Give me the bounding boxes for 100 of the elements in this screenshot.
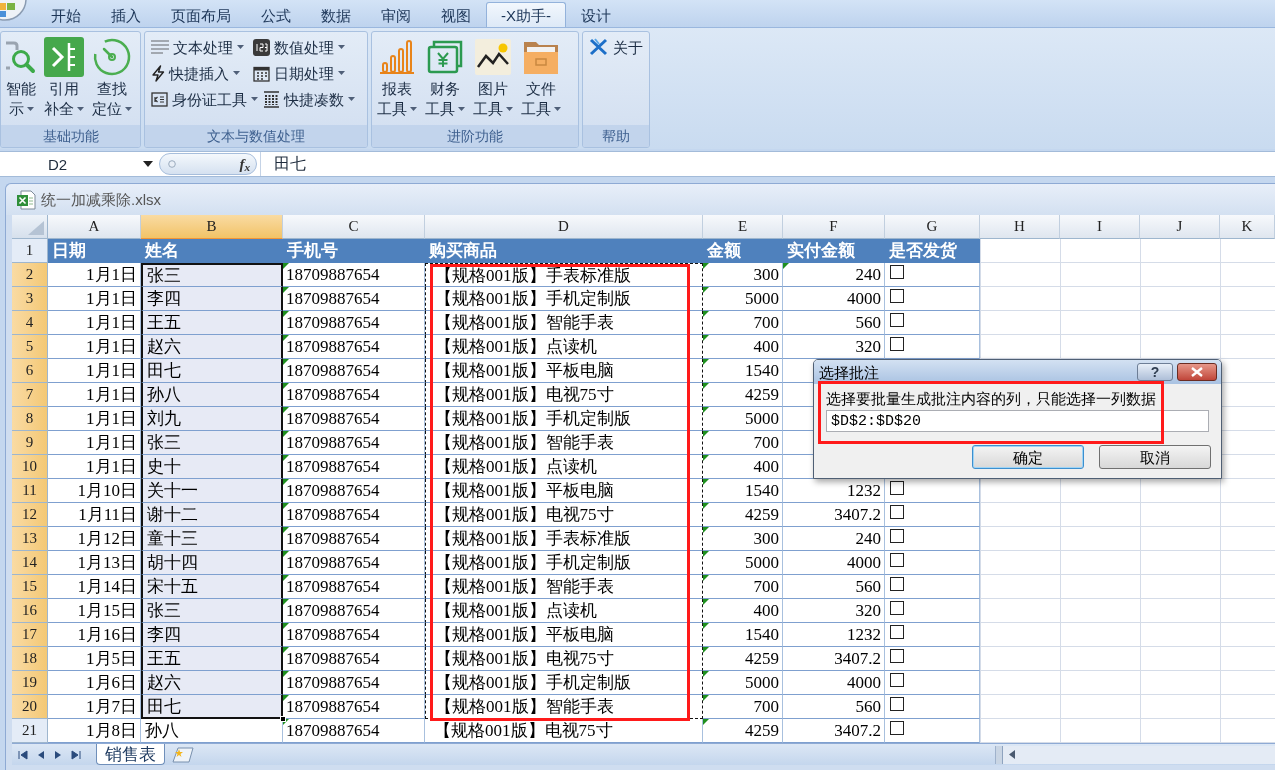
phone-number: 18709887654 [286,386,380,403]
customer-name: 关十一 [147,482,198,499]
customer-name: 张三 [147,602,181,619]
date-text: 1月1日 [86,290,137,307]
product-name: 【规格001版】平板电脑 [435,626,614,643]
customer-name: 童十三 [147,530,198,547]
phone-number: 18709887654 [286,602,380,619]
column-title: 购买商品 [429,242,497,259]
phone-number: 18709887654 [286,626,380,643]
date-text: 1月1日 [86,386,137,403]
paid-amount: 240 [855,266,881,283]
amount-value: 5000 [745,290,779,307]
column-title: 日期 [52,242,86,259]
date-text: 1月1日 [86,338,137,355]
paid-amount: 240 [855,530,881,547]
phone-number: 18709887654 [286,506,380,523]
date-text: 1月11日 [78,506,137,523]
group-label: 文本与数值处理 [145,125,367,147]
phone-number: 18709887654 [286,722,380,739]
phone-number: 18709887654 [286,578,380,595]
product-name: 【规格001版】智能手表 [435,698,614,715]
amount-value: 5000 [745,554,779,571]
customer-name: 孙八 [147,386,181,403]
group-label: 进阶功能 [372,125,578,147]
product-name: 【规格001版】电视75寸 [435,506,614,523]
phone-number: 18709887654 [286,338,380,355]
date-text: 1月6日 [86,674,137,691]
customer-name: 李四 [147,290,181,307]
product-name: 【规格001版】点读机 [435,338,597,355]
paid-amount: 1232 [847,482,881,499]
date-text: 1月14日 [77,578,137,595]
amount-value: 4259 [745,650,779,667]
group-label: 基础功能 [1,125,140,147]
customer-name: 田七 [147,362,181,379]
customer-name: 王五 [147,650,181,667]
product-name: 【规格001版】点读机 [435,458,597,475]
product-name: 【规格001版】平板电脑 [435,482,614,499]
paid-amount: 4000 [847,554,881,571]
amount-value: 4259 [745,722,779,739]
paid-amount: 3407.2 [834,650,881,667]
amount-value: 1540 [745,482,779,499]
date-text: 1月1日 [86,410,137,427]
phone-number: 18709887654 [286,698,380,715]
amount-value: 700 [753,698,779,715]
dialog-message: 选择要批量生成批注内容的列，只能选择一列数据 [826,390,1157,408]
phone-number: 18709887654 [286,314,380,331]
amount-value: 400 [753,602,779,619]
paid-amount: 4000 [847,674,881,691]
column-title: 金额 [707,242,741,259]
product-name: 【规格001版】点读机 [435,602,597,619]
date-text: 1月10日 [77,482,137,499]
customer-name: 谢十二 [147,506,198,523]
workbook-title: 统一加减乘除.xlsx [41,192,161,207]
customer-name: 刘九 [147,410,181,427]
phone-number: 18709887654 [286,530,380,547]
customer-name: 李四 [147,626,181,643]
product-name: 【规格001版】手表标准版 [435,530,631,547]
date-text: 1月15日 [77,602,137,619]
date-text: 1月12日 [77,530,137,547]
product-name: 【规格001版】电视75寸 [434,722,613,739]
column-title: 实付金额 [787,242,855,259]
date-text: 1月8日 [86,722,137,739]
customer-name: 赵六 [147,338,181,355]
phone-number: 18709887654 [286,266,380,283]
amount-value: 700 [753,434,779,451]
amount-value: 4259 [745,386,779,403]
paid-amount: 1232 [847,626,881,643]
paid-amount: 320 [855,602,881,619]
customer-name: 王五 [147,314,181,331]
customer-name: 史十 [147,458,181,475]
phone-number: 18709887654 [286,650,380,667]
customer-name: 胡十四 [147,554,198,571]
date-text: 1月1日 [86,434,137,451]
product-name: 【规格001版】手机定制版 [435,554,631,571]
amount-value: 700 [753,578,779,595]
customer-name: 田七 [147,697,181,715]
paid-amount: 4000 [847,290,881,307]
column-title: 姓名 [145,242,179,259]
group-label: 帮助 [583,125,649,147]
paid-amount: 560 [855,314,881,331]
amount-value: 700 [753,314,779,331]
phone-number: 18709887654 [286,434,380,451]
product-name: 【规格001版】智能手表 [435,434,614,451]
amount-value: 300 [753,266,779,283]
date-text: 1月1日 [86,314,137,331]
amount-value: 400 [753,338,779,355]
paid-amount: 320 [855,338,881,355]
amount-value: 5000 [745,410,779,427]
customer-name: 孙八 [145,722,179,739]
product-name: 【规格001版】平板电脑 [435,362,614,379]
phone-number: 18709887654 [286,290,380,307]
amount-value: 5000 [745,674,779,691]
phone-number: 18709887654 [286,482,380,499]
phone-number: 18709887654 [286,458,380,475]
date-text: 1月5日 [86,650,137,667]
date-text: 1月1日 [86,266,137,283]
paid-amount: 560 [855,698,881,715]
amount-value: 1540 [745,362,779,379]
amount-value: 1540 [745,626,779,643]
column-title: 手机号 [287,242,338,259]
